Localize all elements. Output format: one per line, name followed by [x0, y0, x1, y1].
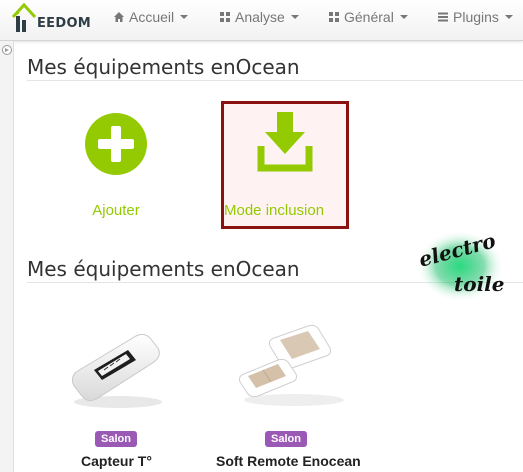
equipment-name: Capteur T°	[81, 453, 152, 469]
home-icon	[114, 12, 124, 22]
download-icon	[257, 112, 313, 172]
nav-accueil[interactable]: Accueil	[113, 8, 189, 26]
section-title-actions: Mes équipements enOcean	[27, 55, 300, 79]
nav-accueil-label: Accueil	[129, 9, 175, 25]
add-equipment-button[interactable]: Ajouter	[68, 108, 164, 228]
electrotoile-watermark: electro toile	[408, 228, 518, 308]
section-title-equipments: Mes équipements enOcean	[27, 257, 300, 281]
plus-circle-icon	[85, 113, 147, 175]
logo-text: EEDOM	[37, 16, 92, 31]
nav-analyse[interactable]: Analyse	[219, 8, 299, 26]
nav-analyse-label: Analyse	[235, 9, 285, 25]
temperature-sensor-image	[71, 333, 162, 408]
nav-plugins-label: Plugins	[453, 9, 499, 25]
chevron-down-icon	[504, 15, 513, 19]
jeedom-logo[interactable]: EEDOM	[10, 2, 92, 36]
section-divider	[27, 80, 523, 81]
chevron-down-icon	[399, 15, 408, 19]
nav-general[interactable]: Général	[328, 8, 408, 26]
chevron-down-icon	[180, 15, 189, 19]
room-badge: Salon	[265, 431, 307, 447]
inclusion-mode-label: Mode inclusion	[224, 202, 325, 219]
list-icon	[438, 12, 448, 22]
top-navbar: EEDOM Accueil Analyse Général Plugins	[0, 0, 523, 41]
equipment-card-capteur[interactable]: Salon Capteur T°	[66, 300, 170, 472]
grid-icon	[329, 12, 339, 22]
inclusion-mode-button[interactable]: Mode inclusion	[221, 101, 349, 229]
nav-general-label: Général	[344, 9, 394, 25]
equipment-name: Soft Remote Enocean	[216, 453, 361, 469]
nav-plugins[interactable]: Plugins	[437, 8, 513, 26]
add-equipment-label: Ajouter	[92, 202, 140, 219]
chart-icon	[220, 12, 230, 22]
room-badge: Salon	[95, 431, 137, 447]
equipment-card-soft-remote[interactable]: Salon Soft Remote Enocean	[214, 300, 374, 472]
chevron-down-icon	[290, 15, 299, 19]
expand-sidebar-icon[interactable]	[2, 45, 12, 55]
left-sidebar	[0, 41, 14, 472]
soft-remote-image	[239, 324, 344, 406]
watermark-line2: toile	[454, 272, 505, 296]
